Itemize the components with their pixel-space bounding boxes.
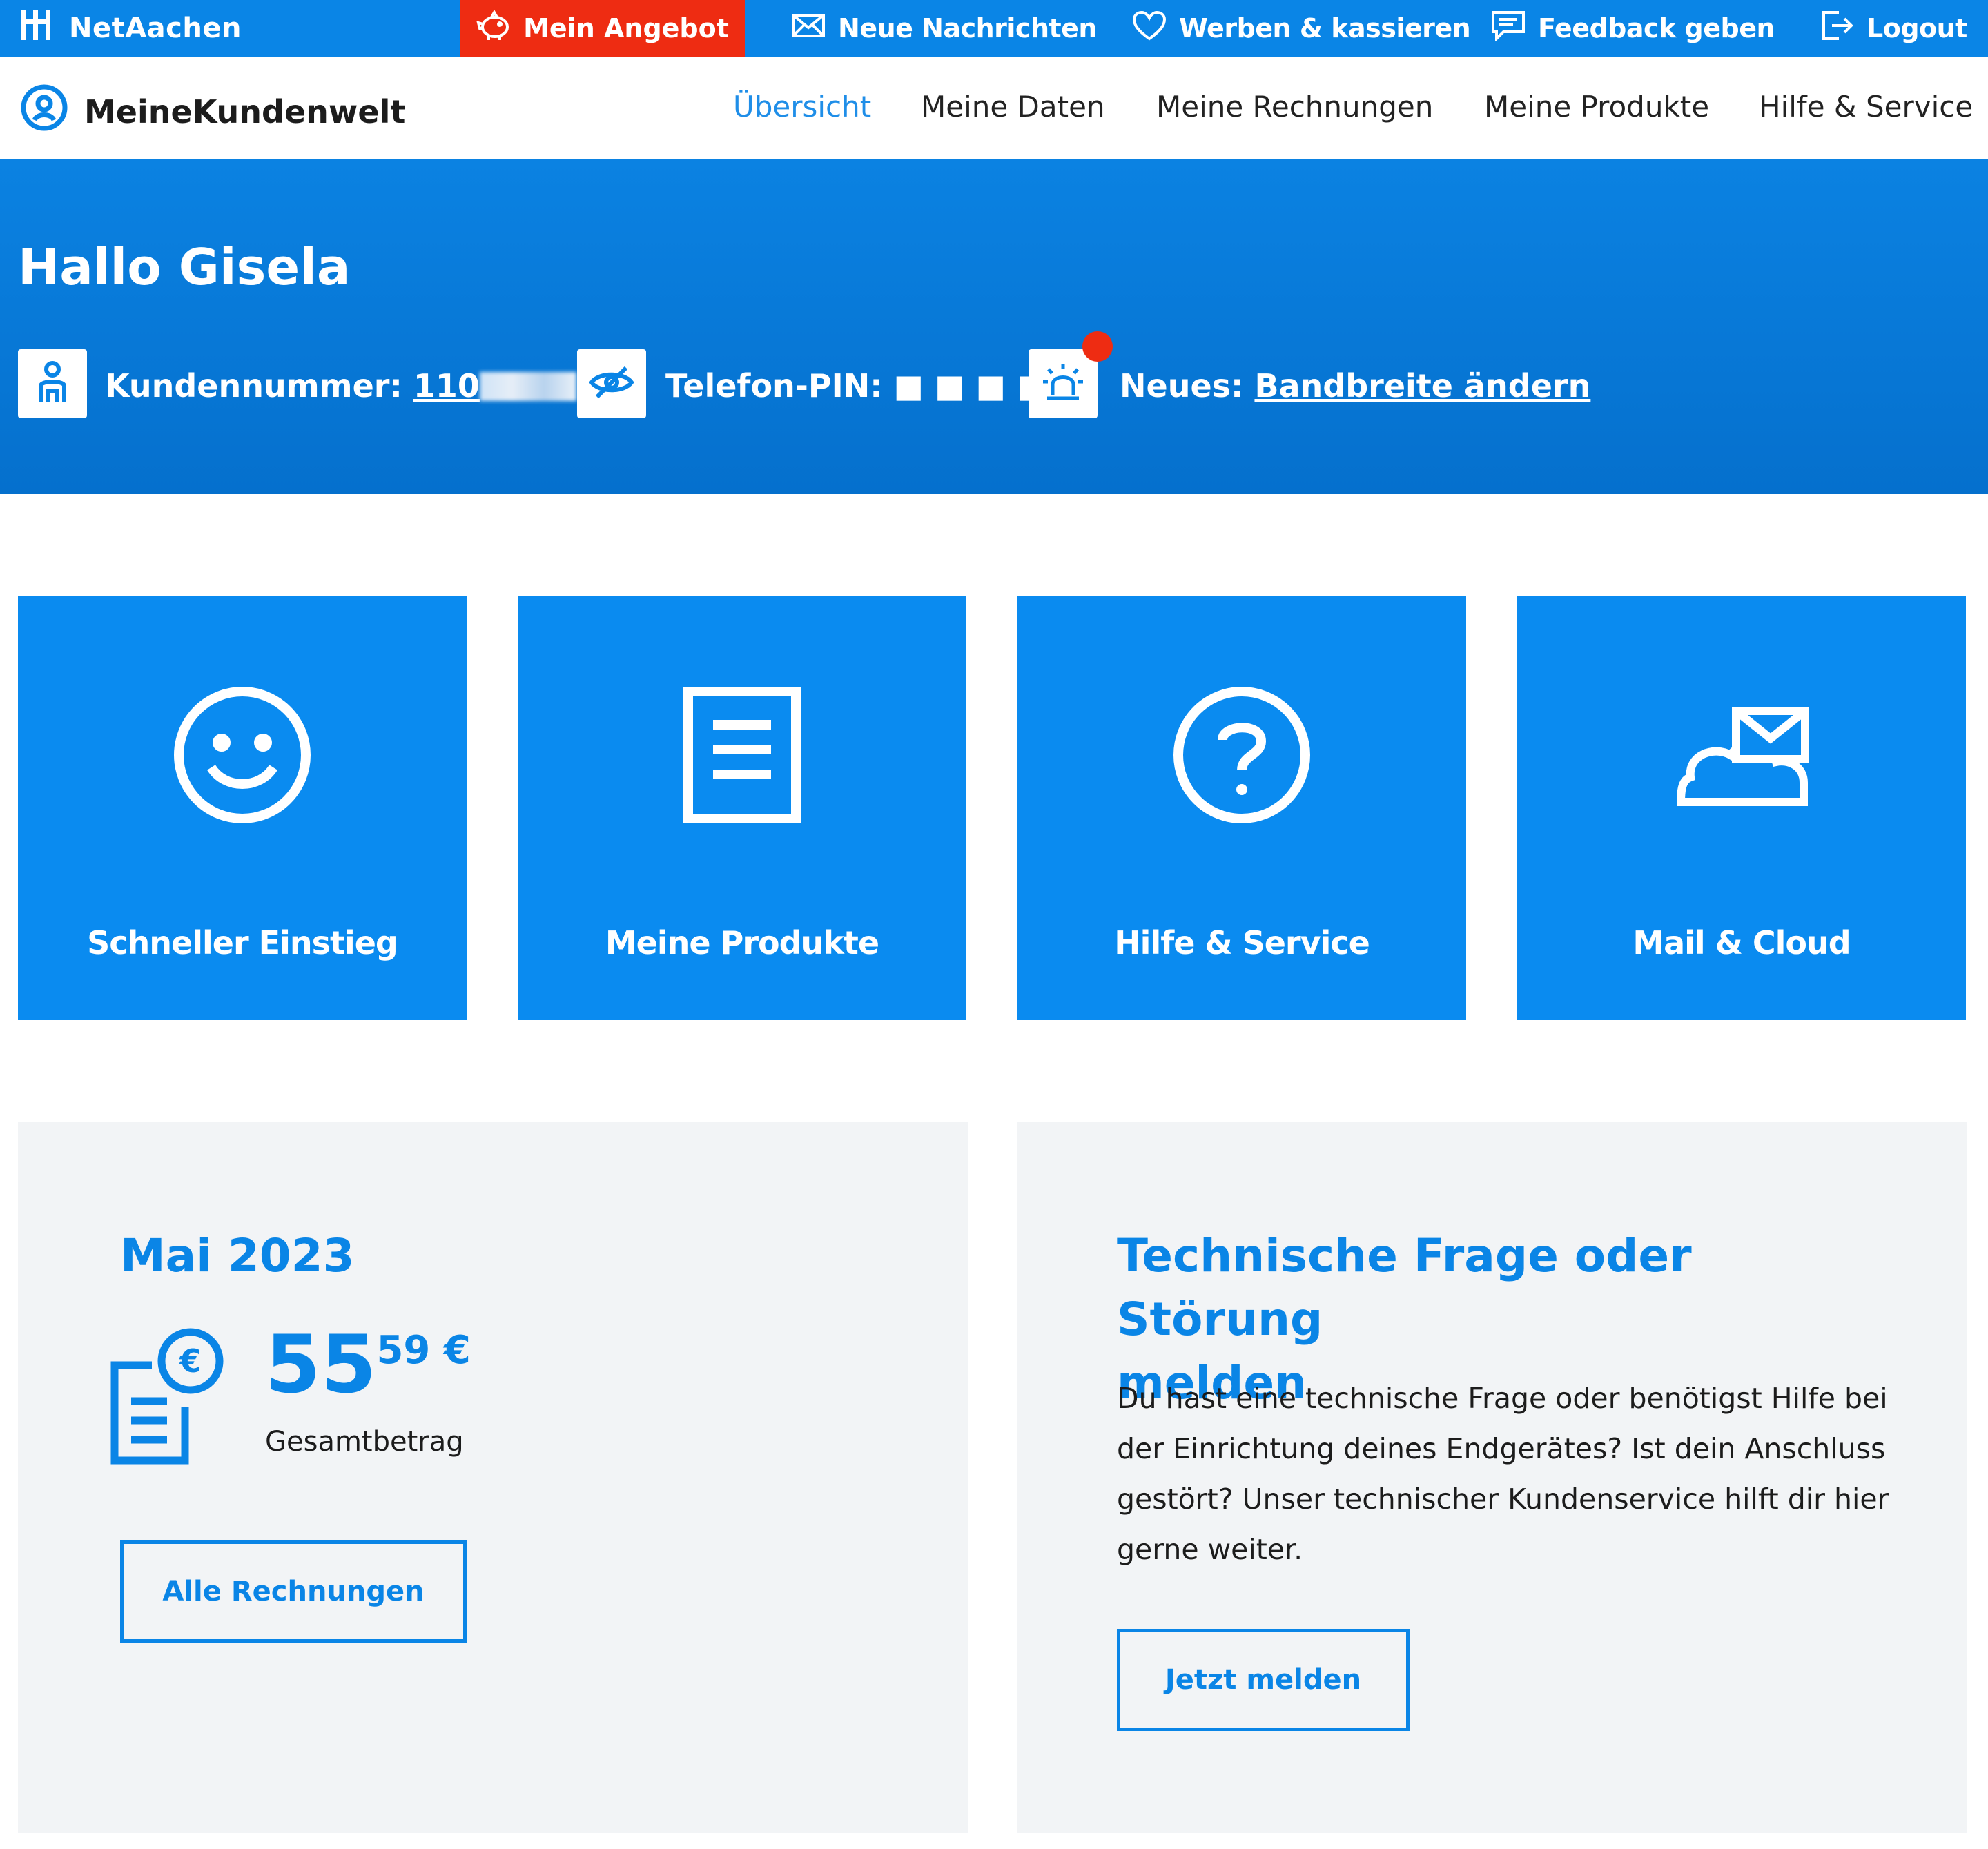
chat-icon	[1491, 10, 1526, 48]
tile-label: Meine Produkte	[605, 924, 879, 961]
tile-label: Schneller Einstieg	[87, 924, 398, 961]
nav-my-invoices[interactable]: Meine Rechnungen	[1156, 90, 1433, 124]
page: NetAachen Mein Angebot Neue Nachrichten	[0, 0, 1988, 1849]
eye-hidden-icon	[587, 358, 636, 409]
nav-overview[interactable]: Übersicht	[733, 90, 871, 124]
logout-label: Logout	[1867, 13, 1967, 43]
logout-link[interactable]: Logout	[1820, 0, 1967, 57]
phone-pin: Telefon-PIN: ■ ■ ■ ■	[665, 367, 1047, 404]
tile-mail-cloud[interactable]: Mail & Cloud	[1517, 596, 1966, 1020]
customer-number: Kundennummer: 110	[105, 367, 576, 404]
customer-icon-box	[18, 349, 87, 418]
invoice-amount: 5559 €	[265, 1318, 471, 1411]
brand[interactable]: NetAachen	[18, 0, 242, 57]
my-offer-button[interactable]: Mein Angebot	[460, 0, 745, 57]
change-bandwidth-link[interactable]: Bandbreite ändern	[1254, 367, 1590, 404]
logout-icon	[1820, 10, 1854, 48]
pin-icon-box[interactable]	[577, 349, 646, 418]
nav-my-products[interactable]: Meine Produkte	[1484, 90, 1709, 124]
refer-link[interactable]: Werben & kassieren	[1132, 0, 1471, 57]
tile-my-products[interactable]: Meine Produkte	[518, 596, 966, 1020]
person-icon	[28, 358, 77, 409]
invoice-month: Mai 2023	[120, 1229, 355, 1282]
hero-banner: Hallo Gisela Kundennummer: 110 Telefon-P…	[0, 159, 1988, 494]
envelope-icon	[791, 10, 826, 48]
phone-pin-value: ■ ■ ■ ■	[893, 367, 1047, 404]
feedback-link[interactable]: Feedback geben	[1491, 0, 1775, 57]
nav-my-data[interactable]: Meine Daten	[921, 90, 1105, 124]
news-icon-box	[1029, 349, 1098, 418]
feedback-label: Feedback geben	[1538, 13, 1775, 43]
phone-pin-label: Telefon-PIN:	[665, 367, 883, 404]
tile-help-service[interactable]: Hilfe & Service	[1017, 596, 1466, 1020]
customer-number-value[interactable]: 110	[413, 367, 576, 404]
heart-icon	[1132, 10, 1167, 48]
new-messages-label: Neue Nachrichten	[838, 13, 1098, 43]
piggy-bank-icon	[476, 9, 512, 48]
customer-number-label: Kundennummer:	[105, 367, 402, 404]
meine-kundenwelt-logo[interactable]: MeineKundenwelt	[19, 83, 405, 140]
report-now-button[interactable]: Jetzt melden	[1117, 1629, 1410, 1731]
news-label: Neues:	[1120, 367, 1244, 404]
invoice-euro-icon: €	[109, 1325, 226, 1470]
top-bar: NetAachen Mein Angebot Neue Nachrichten	[0, 0, 1988, 57]
siren-icon	[1039, 358, 1087, 409]
brand-name: NetAachen	[69, 12, 242, 44]
invoice-amount-label: Gesamtbetrag	[265, 1426, 464, 1458]
tile-quick-start[interactable]: Schneller Einstieg	[18, 596, 467, 1020]
netaachen-logo-icon	[18, 7, 54, 50]
nav-help-service[interactable]: Hilfe & Service	[1759, 90, 1973, 124]
tile-label: Hilfe & Service	[1114, 924, 1370, 961]
support-text: Du hast eine technische Frage oder benöt…	[1117, 1382, 1889, 1566]
refer-label: Werben & kassieren	[1179, 13, 1471, 43]
logo-text: MeineKundenwelt	[84, 92, 406, 130]
tile-label: Mail & Cloud	[1633, 924, 1851, 961]
all-invoices-button[interactable]: Alle Rechnungen	[120, 1540, 467, 1643]
news: Neues: Bandbreite ändern	[1120, 367, 1590, 404]
user-circle-icon	[19, 83, 69, 140]
svg-text:€: €	[179, 1342, 202, 1380]
new-messages-link[interactable]: Neue Nachrichten	[791, 0, 1098, 57]
notification-dot	[1082, 331, 1113, 362]
main-nav: MeineKundenwelt Übersicht Meine Daten Me…	[0, 57, 1988, 160]
my-offer-label: Mein Angebot	[523, 13, 729, 43]
greeting: Hallo Gisela	[18, 238, 351, 296]
